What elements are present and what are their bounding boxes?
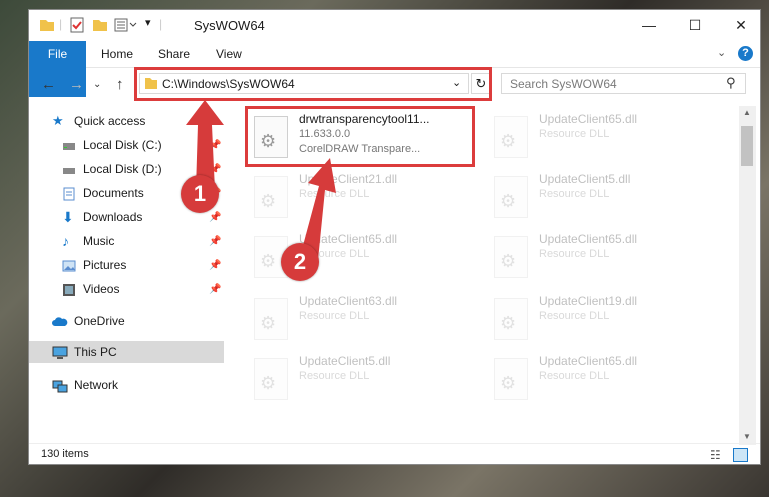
annotation-arrows	[186, 100, 336, 260]
step-badge-2: 2	[281, 243, 319, 281]
step-badge-1: 1	[181, 175, 219, 213]
